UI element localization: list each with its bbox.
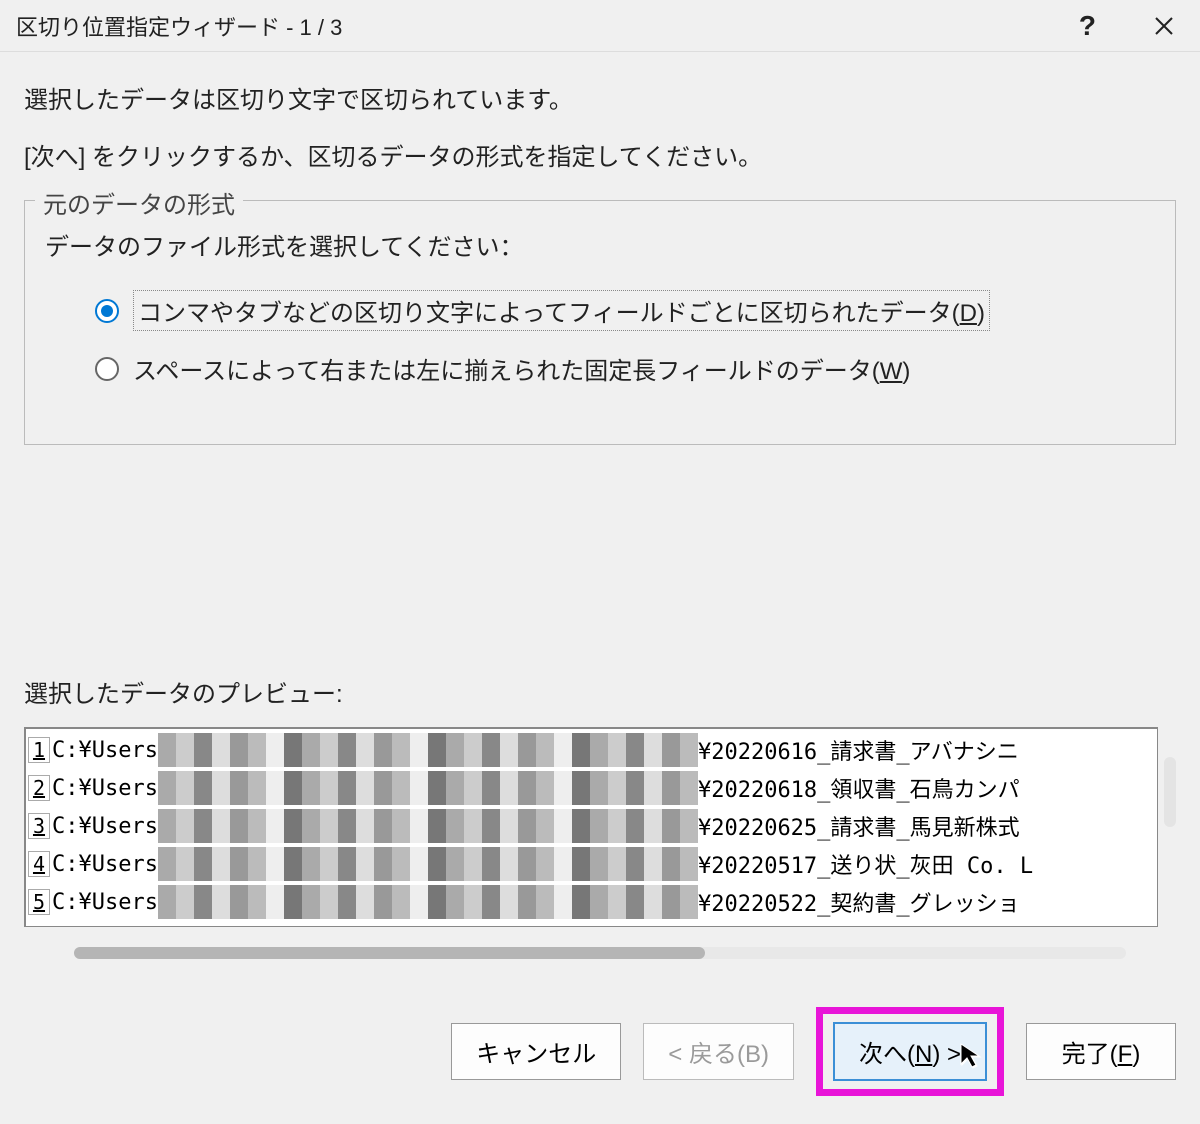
preview-row: 5C:¥Users ¥20220522_契約書_グレッショ: [26, 883, 1157, 921]
preview-label: 選択したデータのプレビュー:: [24, 674, 1176, 709]
help-icon[interactable]: ?: [1079, 10, 1096, 42]
titlebar-controls: ?: [1079, 6, 1184, 46]
row-path-left: C:¥Users: [52, 890, 158, 915]
next-button-highlight: 次へ(N) >: [816, 1007, 1004, 1096]
radio-fixed-width-label[interactable]: スペースによって右または左に揃えられた固定長フィールドのデータ(W): [133, 351, 910, 386]
row-path-right: ¥20220522_契約書_グレッショ: [698, 886, 1020, 918]
intro-line-1: 選択したデータは区切り文字で区切られています。: [24, 80, 1176, 115]
preview-row: 1C:¥Users ¥20220616_請求書_アバナシニ: [26, 731, 1157, 769]
row-path-left: C:¥Users: [52, 776, 158, 801]
radio-delimited-row[interactable]: コンマやタブなどの区切り文字によってフィールドごとに区切られたデータ(D): [95, 290, 1155, 331]
radio-delimited[interactable]: [95, 299, 119, 323]
row-number: 1: [28, 737, 50, 763]
row-number: 4: [28, 851, 50, 877]
finish-button[interactable]: 完了(F): [1026, 1023, 1176, 1080]
obscured-pixelation: [158, 771, 698, 805]
radio-delimited-label[interactable]: コンマやタブなどの区切り文字によってフィールドごとに区切られたデータ(D): [133, 290, 990, 331]
wizard-dialog: 区切り位置指定ウィザード - 1 / 3 ? 選択したデータは区切り文字で区切ら…: [0, 0, 1200, 1124]
row-path-right: ¥20220625_請求書_馬見新株式: [698, 810, 1020, 842]
obscured-pixelation: [158, 809, 698, 843]
obscured-pixelation: [158, 847, 698, 881]
row-number: 2: [28, 775, 50, 801]
groupbox-legend: 元のデータの形式: [35, 185, 243, 220]
back-button: < 戻る(B): [643, 1023, 794, 1080]
row-path-right: ¥20220618_領収書_石鳥カンパ: [698, 772, 1020, 804]
format-prompt: データのファイル形式を選択してください：: [45, 227, 1155, 262]
row-path-left: C:¥Users: [52, 814, 158, 839]
row-path-left: C:¥Users: [52, 852, 158, 877]
preview-row: 2C:¥Users ¥20220618_領収書_石鳥カンパ: [26, 769, 1157, 807]
preview-hscroll-thumb[interactable]: [74, 947, 705, 959]
preview-section: 選択したデータのプレビュー: 1C:¥Users¥20220616_請求書_アバ…: [24, 674, 1176, 959]
obscured-pixelation: [158, 733, 698, 767]
button-bar: キャンセル < 戻る(B) 次へ(N) > 完了(F): [0, 979, 1200, 1124]
window-title: 区切り位置指定ウィザード - 1 / 3: [16, 10, 342, 42]
row-path-right: ¥20220616_請求書_アバナシニ: [698, 734, 1019, 766]
row-number: 3: [28, 813, 50, 839]
close-icon[interactable]: [1144, 6, 1184, 46]
preview-vertical-scrollbar[interactable]: [1164, 757, 1176, 827]
radio-fixed-width-row[interactable]: スペースによって右または左に揃えられた固定長フィールドのデータ(W): [95, 351, 1155, 386]
radio-fixed-width[interactable]: [95, 357, 119, 381]
preview-horizontal-scrollbar[interactable]: [74, 947, 1126, 959]
cancel-button[interactable]: キャンセル: [451, 1023, 621, 1080]
preview-row: 4C:¥Users ¥20220517_送り状_灰田 Co. L: [26, 845, 1157, 883]
row-number: 5: [28, 889, 50, 915]
row-path-right: ¥20220517_送り状_灰田 Co. L: [698, 848, 1033, 880]
row-path-left: C:¥Users: [52, 738, 158, 763]
dialog-content: 選択したデータは区切り文字で区切られています。 [次へ] をクリックするか、区切…: [0, 52, 1200, 979]
title-bar: 区切り位置指定ウィザード - 1 / 3 ?: [0, 0, 1200, 52]
intro-line-2: [次へ] をクリックするか、区切るデータの形式を指定してください。: [24, 137, 1176, 172]
obscured-pixelation: [158, 885, 698, 919]
preview-box: 1C:¥Users¥20220616_請求書_アバナシニ2C:¥Users¥20…: [24, 727, 1158, 927]
next-button[interactable]: 次へ(N) >: [833, 1022, 987, 1081]
preview-row: 3C:¥Users ¥20220625_請求書_馬見新株式: [26, 807, 1157, 845]
data-format-groupbox: 元のデータの形式 データのファイル形式を選択してください： コンマやタブなどの区…: [24, 200, 1176, 445]
